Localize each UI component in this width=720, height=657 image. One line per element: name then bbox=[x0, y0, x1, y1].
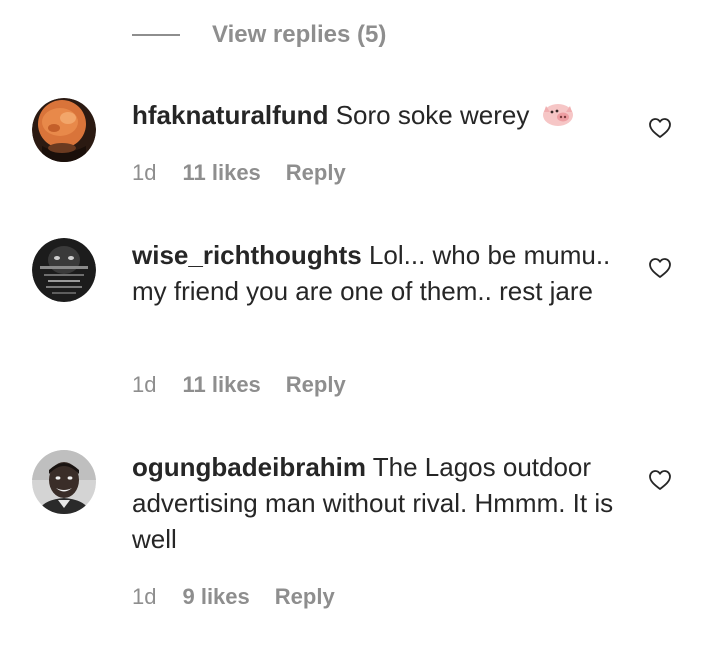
comment-timestamp: 1d bbox=[132, 160, 157, 185]
avatar[interactable] bbox=[32, 450, 96, 514]
avatar[interactable] bbox=[32, 98, 96, 162]
comment-likes[interactable]: 9 likes bbox=[182, 584, 249, 610]
reply-button[interactable]: Reply bbox=[275, 584, 335, 610]
comment-timestamp: 1d bbox=[132, 372, 157, 397]
reply-button[interactable]: Reply bbox=[286, 160, 346, 186]
heart-icon[interactable] bbox=[648, 468, 672, 492]
reply-button[interactable]: Reply bbox=[286, 372, 346, 398]
comment-username[interactable]: ogungbadeibrahim bbox=[132, 452, 366, 482]
man-portrait-avatar-icon bbox=[32, 450, 96, 514]
comment-meta: 1d 11 likes Reply bbox=[132, 160, 346, 186]
comment-likes[interactable]: 11 likes bbox=[182, 160, 260, 186]
comment-body: hfaknaturalfund Soro soke werey bbox=[132, 97, 622, 137]
view-replies-divider bbox=[132, 34, 180, 36]
comment-likes[interactable]: 11 likes bbox=[182, 372, 260, 398]
comment-meta: 1d 9 likes Reply bbox=[132, 584, 335, 610]
view-replies-button[interactable]: View replies (5) bbox=[132, 18, 386, 52]
dark-face-text-avatar-icon bbox=[32, 238, 96, 302]
heart-icon[interactable] bbox=[648, 116, 672, 140]
comment-username[interactable]: hfaknaturalfund bbox=[132, 100, 328, 130]
heart-icon[interactable] bbox=[648, 256, 672, 280]
pig-face-icon bbox=[541, 100, 575, 137]
avatar[interactable] bbox=[32, 238, 96, 302]
orange-food-avatar-icon bbox=[32, 98, 96, 162]
comment-timestamp: 1d bbox=[132, 584, 157, 609]
comment-body: ogungbadeibrahim The Lagos outdoor adver… bbox=[132, 449, 622, 557]
view-replies-label: View replies (5) bbox=[212, 21, 387, 48]
comment-body: wise_richthoughts Lol... who be mumu.. m… bbox=[132, 237, 622, 309]
comment-meta: 1d 11 likes Reply bbox=[132, 372, 346, 398]
comment-username[interactable]: wise_richthoughts bbox=[132, 240, 362, 270]
comment-text: Soro soke werey bbox=[335, 100, 530, 130]
